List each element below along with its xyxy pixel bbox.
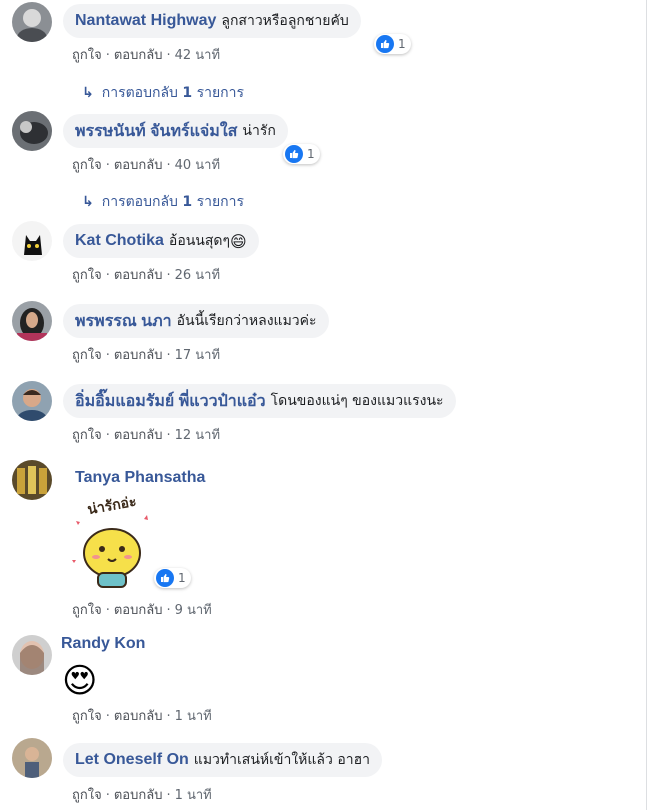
comment-text: ลูกสาวหรือลูกชายคับ bbox=[221, 13, 349, 29]
replies-count: 1 bbox=[182, 85, 193, 101]
comment-bubble: พรพรรณ นภา อันนี้เรียกว่าหลงแมวค่ะ bbox=[63, 304, 329, 338]
thumbs-up-icon bbox=[285, 145, 303, 163]
comment-actions: ถูกใจ · ตอบกลับ · 1 นาที bbox=[72, 709, 212, 724]
comment-actions: ถูกใจ · ตอบกลับ · 9 นาที bbox=[72, 603, 212, 618]
avatar[interactable] bbox=[12, 460, 52, 500]
comment-text: อ้อนนสุดๆ bbox=[168, 233, 231, 249]
reaction-number: 1 bbox=[178, 571, 186, 585]
view-replies-link[interactable]: ↳ การตอบกลับ 1 รายการ bbox=[82, 82, 244, 104]
reply-link[interactable]: ตอบกลับ bbox=[114, 158, 163, 173]
replies-label: การตอบกลับ bbox=[101, 194, 178, 210]
comment-bubble: Kat Chotika อ้อนนสุดๆ 😄 bbox=[63, 224, 259, 258]
avatar[interactable] bbox=[12, 738, 52, 778]
like-link[interactable]: ถูกใจ bbox=[72, 428, 102, 443]
reaction-number: 1 bbox=[398, 37, 406, 51]
timestamp[interactable]: 42 นาที bbox=[175, 48, 220, 63]
commenter-name[interactable]: Kat Chotika bbox=[75, 232, 164, 250]
comment-text: อันนี้เรียกว่าหลงแมวค่ะ bbox=[176, 313, 317, 329]
timestamp[interactable]: 1 นาที bbox=[175, 709, 212, 724]
like-link[interactable]: ถูกใจ bbox=[72, 348, 102, 363]
comment-actions: ถูกใจ · ตอบกลับ · 40 นาที bbox=[72, 158, 221, 173]
reply-arrow-icon: ↳ bbox=[82, 85, 94, 101]
comment-text: น่ารัก bbox=[242, 123, 276, 139]
like-link[interactable]: ถูกใจ bbox=[72, 158, 102, 173]
commenter-name[interactable]: Randy Kon bbox=[61, 635, 145, 653]
reaction-count[interactable]: 1 bbox=[154, 568, 191, 588]
replies-label: การตอบกลับ bbox=[101, 85, 178, 101]
reply-link[interactable]: ตอบกลับ bbox=[114, 603, 163, 618]
comment-actions: ถูกใจ · ตอบกลับ · 26 นาที bbox=[72, 268, 221, 283]
commenter-name[interactable]: พรรษนันท์ จันทร์แจ่มใส bbox=[75, 119, 237, 144]
commenter-name[interactable]: พรพรรณ นภา bbox=[75, 309, 172, 334]
avatar[interactable] bbox=[12, 221, 52, 261]
replies-unit: รายการ bbox=[196, 85, 245, 101]
commenter-name[interactable]: Tanya Phansatha bbox=[75, 469, 205, 487]
reply-arrow-icon: ↳ bbox=[82, 194, 94, 210]
timestamp[interactable]: 40 นาที bbox=[175, 158, 220, 173]
commenter-name[interactable]: Let Oneself On bbox=[75, 751, 189, 769]
avatar[interactable] bbox=[12, 381, 52, 421]
like-link[interactable]: ถูกใจ bbox=[72, 788, 102, 803]
comment-bubble: Let Oneself On แมวทำเสน่ห์เข้าให้แล้ว อา… bbox=[63, 743, 382, 777]
heart-eyes-emoji-icon: 😍 bbox=[62, 661, 98, 701]
like-link[interactable]: ถูกใจ bbox=[72, 603, 102, 618]
comment-actions: ถูกใจ · ตอบกลับ · 17 นาที bbox=[72, 348, 221, 363]
comment-text: แมวทำเสน่ห์เข้าให้แล้ว อาฮา bbox=[193, 752, 370, 768]
comment-actions: ถูกใจ · ตอบกลับ · 12 นาที bbox=[72, 428, 221, 443]
timestamp[interactable]: 12 นาที bbox=[175, 428, 220, 443]
reaction-count[interactable]: 1 bbox=[283, 144, 320, 164]
timestamp[interactable]: 17 นาที bbox=[175, 348, 220, 363]
scroll-divider bbox=[646, 0, 647, 810]
avatar[interactable] bbox=[12, 301, 52, 341]
replies-unit: รายการ bbox=[196, 194, 245, 210]
reply-link[interactable]: ตอบกลับ bbox=[114, 268, 163, 283]
reply-link[interactable]: ตอบกลับ bbox=[114, 788, 163, 803]
like-link[interactable]: ถูกใจ bbox=[72, 709, 102, 724]
comment-bubble: พรรษนันท์ จันทร์แจ่มใส น่ารัก bbox=[63, 114, 288, 148]
thumbs-up-icon bbox=[376, 35, 394, 53]
comment-bubble: อิ่มอิ๊มแอมรัมย์ พี่แววป๋าแอ๋ว โดนของแน่… bbox=[63, 384, 456, 418]
reply-link[interactable]: ตอบกลับ bbox=[114, 709, 163, 724]
timestamp[interactable]: 1 นาที bbox=[175, 788, 212, 803]
thumbs-up-icon bbox=[156, 569, 174, 587]
comment-actions: ถูกใจ · ตอบกลับ · 42 นาที bbox=[72, 48, 221, 63]
comment-actions: ถูกใจ · ตอบกลับ · 1 นาที bbox=[72, 788, 212, 803]
sticker-image: น่ารักอ่ะ bbox=[62, 494, 162, 595]
reaction-count[interactable]: 1 bbox=[374, 34, 411, 54]
commenter-name[interactable]: Nantawat Highway bbox=[75, 12, 216, 30]
view-replies-link[interactable]: ↳ การตอบกลับ 1 รายการ bbox=[82, 191, 244, 213]
reply-link[interactable]: ตอบกลับ bbox=[114, 428, 163, 443]
like-link[interactable]: ถูกใจ bbox=[72, 268, 102, 283]
avatar[interactable] bbox=[12, 111, 52, 151]
smile-emoji-icon: 😄 bbox=[230, 231, 247, 251]
avatar[interactable] bbox=[12, 2, 52, 42]
like-link[interactable]: ถูกใจ bbox=[72, 48, 102, 63]
comment-bubble: Nantawat Highway ลูกสาวหรือลูกชายคับ bbox=[63, 4, 361, 38]
comment-text: โดนของแน่ๆ ของแมวแรงนะ bbox=[270, 393, 444, 409]
replies-count: 1 bbox=[182, 194, 193, 210]
avatar[interactable] bbox=[12, 635, 52, 675]
timestamp[interactable]: 9 นาที bbox=[175, 603, 212, 618]
commenter-name[interactable]: อิ่มอิ๊มแอมรัมย์ พี่แววป๋าแอ๋ว bbox=[75, 389, 266, 414]
reply-link[interactable]: ตอบกลับ bbox=[114, 48, 163, 63]
timestamp[interactable]: 26 นาที bbox=[175, 268, 220, 283]
reaction-number: 1 bbox=[307, 147, 315, 161]
reply-link[interactable]: ตอบกลับ bbox=[114, 348, 163, 363]
